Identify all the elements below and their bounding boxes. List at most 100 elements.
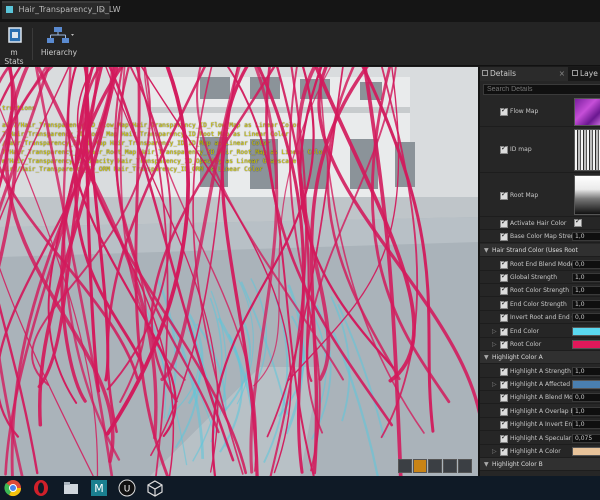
document-tab[interactable]: Hair_Transparency_ID_LW × (2, 1, 121, 19)
hierarchy-button[interactable]: Hierarchy (38, 26, 80, 62)
collapse-arrow-icon: ▼ (484, 354, 489, 361)
layers-icon (572, 70, 578, 76)
tab-details[interactable]: Details × (480, 67, 568, 81)
preview-plane-button[interactable] (428, 459, 442, 473)
os-taskbar: M U (0, 476, 600, 500)
override-checkbox[interactable] (500, 231, 508, 242)
override-checkbox[interactable] (500, 285, 508, 296)
preview-cylinder-button[interactable] (398, 459, 412, 473)
param-row: Invert Root and End Col0,0 (480, 311, 600, 325)
close-tab-icon[interactable]: × (99, 6, 106, 15)
param-value-input[interactable]: 0,0 (572, 393, 600, 403)
param-label: Invert Root and End Col (510, 314, 572, 322)
param-value-input[interactable]: 1,0 (572, 272, 600, 282)
override-checkbox[interactable] (500, 379, 508, 389)
override-checkbox[interactable] (500, 312, 508, 323)
override-checkbox[interactable] (500, 392, 508, 403)
override-checkbox[interactable] (500, 366, 508, 376)
override-checkbox[interactable] (500, 144, 508, 154)
param-row: ▷ Highlight A Color (480, 445, 600, 458)
param-value-input[interactable]: 0,0 (572, 313, 600, 323)
param-row: ▷ Root Color (480, 338, 600, 351)
close-icon[interactable]: × (559, 69, 565, 78)
unreal-engine-icon[interactable]: U (118, 479, 136, 497)
override-checkbox[interactable] (500, 406, 508, 416)
color-swatch[interactable] (572, 326, 600, 336)
hierarchy-label: Hierarchy (40, 48, 78, 57)
param-label: Highlight A Blend Mode (510, 394, 572, 402)
platform-stats-button[interactable]: m Stats (0, 26, 28, 66)
param-row: Highlight A Overlap End1,0 (480, 405, 600, 418)
preview-cube-button[interactable] (443, 459, 457, 473)
override-checkbox[interactable] (500, 106, 508, 116)
search-input[interactable] (483, 84, 600, 95)
param-value-input[interactable]: 1,0 (572, 366, 600, 376)
file-explorer-icon[interactable] (62, 479, 80, 497)
expand-arrow-icon[interactable]: ▷ (492, 448, 497, 455)
value-checkbox[interactable] (574, 217, 582, 227)
color-swatch[interactable] (572, 339, 600, 349)
override-checkbox[interactable] (500, 326, 508, 336)
category-hair-strand-color[interactable]: ▼ Hair Strand Color (Uses Root (480, 244, 600, 257)
chrome-icon[interactable] (4, 479, 22, 497)
override-checkbox[interactable] (500, 419, 508, 430)
override-checkbox[interactable] (500, 446, 508, 456)
texture-param-flow-map: Flow Map (480, 97, 600, 127)
param-label: Highlight A Affected Ra (510, 380, 572, 388)
param-value-input[interactable]: 1,0 (572, 232, 600, 242)
param-label: Highlight A Overlap End (510, 407, 572, 415)
override-checkbox[interactable] (500, 272, 508, 282)
color-swatch[interactable] (572, 379, 600, 389)
expand-arrow-icon[interactable]: ▷ (492, 381, 497, 388)
param-label: Global Strength (510, 273, 558, 281)
category-highlight-color-a[interactable]: ▼ Highlight Color A (480, 351, 600, 364)
param-row: Highlight A Specular St0,075 (480, 432, 600, 445)
tab-layers[interactable]: Laye (570, 67, 600, 81)
property-list: Flow Map ID map Root Map Activate Hair C… (480, 97, 600, 476)
id-map-thumbnail[interactable] (574, 129, 600, 171)
param-value-input[interactable]: 0,0 (572, 259, 600, 269)
param-value-input[interactable]: 1,0 (572, 299, 600, 309)
tab-layers-label: Laye (580, 69, 598, 78)
color-swatch[interactable] (572, 446, 600, 456)
expand-arrow-icon[interactable]: ▷ (492, 341, 497, 348)
svg-text:U: U (124, 485, 131, 495)
texture-param-root-map: Root Map (480, 173, 600, 217)
override-checkbox[interactable] (500, 299, 508, 309)
preview-sphere-button[interactable] (413, 459, 427, 473)
override-checkbox[interactable] (500, 339, 508, 349)
param-label: Root Color (510, 340, 542, 348)
param-value-input[interactable]: 1,0 (572, 420, 600, 430)
viewport[interactable]: tructions air7/Hair_Transparency_ID_Flow… (0, 67, 478, 476)
opera-icon[interactable] (32, 479, 50, 497)
preview-mesh-button[interactable] (458, 459, 472, 473)
param-row: Root End Blend Mode0,0 (480, 258, 600, 271)
override-checkbox[interactable] (500, 218, 508, 228)
expand-arrow-icon[interactable]: ▷ (492, 328, 497, 335)
category-highlight-color-b[interactable]: ▼ Highlight Color B (480, 458, 600, 471)
mudbox-icon[interactable]: M (90, 479, 108, 497)
param-value-input[interactable]: 1,0 (572, 286, 600, 296)
override-checkbox[interactable] (500, 433, 508, 443)
param-label: Flow Map (510, 108, 539, 115)
document-tab-bar: Hair_Transparency_ID_LW × (0, 0, 600, 22)
override-checkbox[interactable] (500, 259, 508, 269)
flow-map-thumbnail[interactable] (574, 98, 600, 126)
param-value-input[interactable]: 1,0 (572, 406, 600, 416)
param-row: Highlight A Invert End t1,0 (480, 418, 600, 432)
3d-viewer-icon[interactable] (146, 479, 164, 497)
override-checkbox[interactable] (500, 190, 508, 200)
hair-strand (0, 67, 39, 475)
root-map-thumbnail[interactable] (574, 175, 600, 215)
viewport-preview-tools (398, 459, 472, 473)
hierarchy-icon (47, 27, 74, 43)
param-value-input[interactable]: 0,075 (572, 433, 600, 443)
param-label: End Color Strength (510, 300, 567, 308)
collapse-arrow-icon: ▼ (484, 247, 489, 254)
param-label: Base Color Map Streng (510, 233, 572, 241)
param-label: Root Map (510, 192, 539, 199)
svg-text:M: M (94, 482, 104, 495)
param-row: Root Color Strength1,0 (480, 284, 600, 298)
hair-preview-mesh (0, 67, 478, 476)
param-label: Root Color Strength (510, 287, 570, 295)
